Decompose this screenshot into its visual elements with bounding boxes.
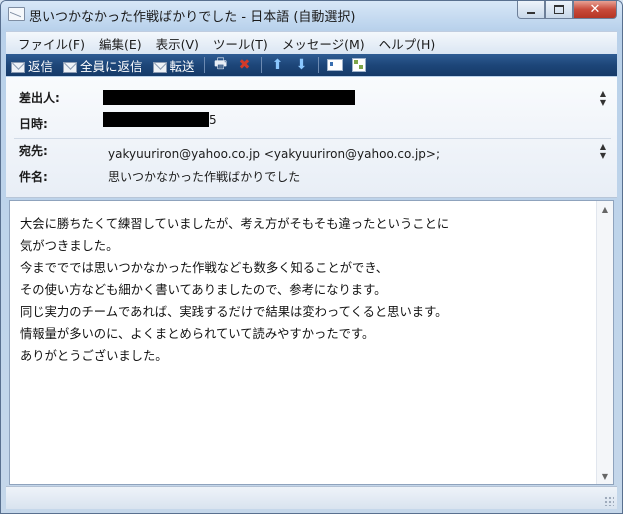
body-line: 今までででは思いつかなかった作戦なども数多く知ることができ、: [20, 261, 389, 275]
grid-icon: [351, 58, 366, 72]
delete-button[interactable]: ✖: [236, 56, 254, 74]
body-line: 情報量が多いのに、よくまとめられていて読みやすかったです。: [20, 327, 375, 341]
from-label: 差出人:: [19, 91, 60, 105]
arrow-up-icon: ⬆: [271, 57, 284, 73]
scroll-down-icon[interactable]: ▼: [597, 468, 613, 484]
reply-all-icon: [63, 61, 78, 73]
maximize-icon: [554, 5, 564, 14]
subject-value: 思いつかなかった作戦ばかりでした: [108, 170, 301, 184]
reply-label: 返信: [28, 58, 54, 74]
to-scroll[interactable]: ▲ ▼: [597, 142, 609, 160]
date-label: 日時:: [19, 117, 48, 131]
next-button[interactable]: ⬇: [293, 56, 311, 74]
body-text: 大会に勝ちたくて練習していましたが、考え方がそもそも違ったということに 気がつき…: [20, 213, 591, 367]
from-scroll[interactable]: ▲ ▼: [597, 89, 609, 107]
close-icon: ✕: [589, 2, 601, 17]
body-line: ありがとうございました。: [20, 349, 168, 363]
menu-help[interactable]: ヘルプ(H): [372, 34, 443, 53]
menu-edit[interactable]: 編集(E): [92, 34, 149, 53]
menu-view[interactable]: 表示(V): [149, 34, 206, 53]
status-bar: [6, 486, 617, 509]
encoding-button[interactable]: [350, 56, 368, 74]
header-divider: [14, 138, 611, 139]
address-book-button[interactable]: [326, 56, 344, 74]
body-line: 同じ実力のチームであれば、実践するだけで結果は変わってくると思います。: [20, 305, 448, 319]
toolbar: 返信 全員に返信 転送 🖶 ✖ ⬆ ⬇: [6, 54, 617, 76]
title-bar[interactable]: 思いつかなかった作戦ばかりでした - 日本語 (自動選択) ✕: [1, 1, 622, 29]
window-title: 思いつかなかった作戦ばかりでした - 日本語 (自動選択): [29, 10, 356, 25]
vertical-scrollbar[interactable]: ▲ ▼: [596, 201, 613, 484]
reply-all-label: 全員に返信: [80, 58, 143, 74]
to-label: 宛先:: [19, 144, 48, 158]
window-controls: ✕: [517, 1, 617, 21]
scroll-down-icon: ▼: [599, 98, 607, 107]
envelope-icon: [8, 7, 25, 21]
message-body[interactable]: 大会に勝ちたくて練習していましたが、考え方がそもそも違ったということに 気がつき…: [9, 200, 614, 485]
toolbar-separator: [260, 57, 262, 73]
scroll-down-icon: ▼: [599, 151, 607, 160]
body-line: その使い方なども細かく書いてありましたので、参考になります。: [20, 283, 387, 297]
previous-button[interactable]: ⬆: [269, 56, 287, 74]
forward-icon: [152, 61, 167, 73]
minimize-icon: [527, 11, 535, 14]
contact-card-icon: [326, 59, 343, 71]
reply-button[interactable]: 返信: [6, 54, 58, 76]
body-line: 気がつきました。: [20, 239, 119, 253]
reply-icon: [11, 61, 25, 73]
menu-bar: ファイル(F) 編集(E) 表示(V) ツール(T) メッセージ(M) ヘルプ(…: [6, 31, 617, 54]
scroll-up-icon: ▲: [599, 142, 607, 151]
scroll-up-icon: ▲: [599, 89, 607, 98]
menu-file[interactable]: ファイル(F): [6, 34, 92, 53]
print-button[interactable]: 🖶: [212, 56, 230, 74]
resize-grip-icon[interactable]: [604, 496, 614, 506]
forward-button[interactable]: 転送: [148, 54, 200, 76]
mail-window: 思いつかなかった作戦ばかりでした - 日本語 (自動選択) ✕ ファイル(F) …: [0, 0, 623, 514]
toolbar-separator: [203, 57, 205, 73]
menu-tools[interactable]: ツール(T): [206, 34, 275, 53]
scroll-up-icon[interactable]: ▲: [597, 201, 613, 217]
body-line: 大会に勝ちたくて練習していましたが、考え方がそもそも違ったということに: [20, 217, 450, 231]
date-visible-digit: 5: [209, 113, 217, 127]
to-value: yakyuuriron@yahoo.co.jp <yakyuuriron@yah…: [108, 147, 440, 161]
message-header: 差出人: ▲ ▼ 日時: 5 宛先: yakyuuriron@yahoo.co.…: [6, 77, 617, 198]
close-button[interactable]: ✕: [573, 1, 617, 19]
subject-label: 件名:: [19, 170, 48, 184]
maximize-button[interactable]: [545, 1, 573, 19]
date-redacted: [103, 112, 209, 127]
printer-icon: 🖶: [213, 56, 228, 72]
toolbar-separator: [317, 57, 319, 73]
minimize-button[interactable]: [517, 1, 545, 19]
arrow-down-icon: ⬇: [295, 57, 308, 73]
menu-message[interactable]: メッセージ(M): [275, 34, 372, 53]
forward-label: 転送: [169, 58, 195, 74]
delete-icon: ✖: [238, 57, 251, 73]
reply-all-button[interactable]: 全員に返信: [58, 54, 148, 76]
from-redacted: [103, 90, 355, 105]
